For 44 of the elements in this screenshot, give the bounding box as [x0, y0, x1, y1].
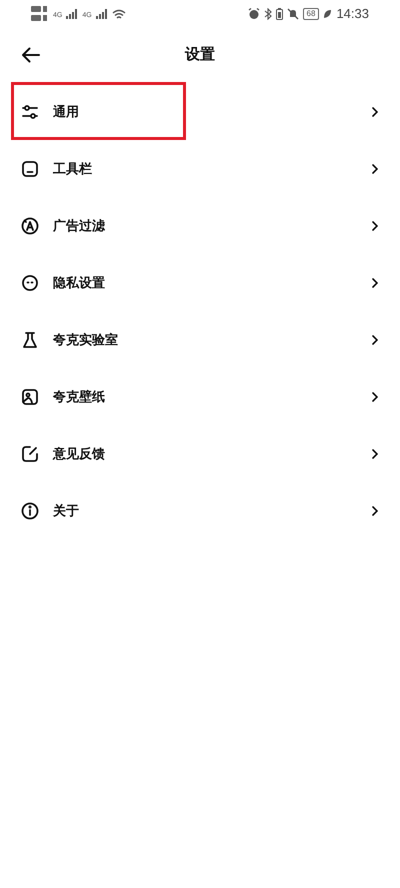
item-label: 隐私设置: [53, 274, 106, 292]
flask-icon: [21, 330, 39, 348]
back-arrow-icon[interactable]: [21, 47, 40, 63]
leaf-icon: [323, 9, 332, 19]
chevron-icon: [372, 106, 378, 116]
toolbar-icon: [21, 160, 39, 178]
chevron-icon: [372, 334, 378, 344]
settings-item[interactable]: 夸克实验室: [0, 311, 400, 368]
settings-item[interactable]: 夸克壁纸: [0, 368, 400, 425]
item-label: 工具栏: [53, 160, 93, 178]
item-label: 通用: [53, 102, 80, 121]
mute-bell-icon: [286, 8, 299, 20]
item-label: 意见反馈: [53, 444, 106, 463]
chevron-icon: [372, 164, 378, 174]
signal-icon: [96, 9, 108, 19]
item-label: 夸克实验室: [53, 330, 119, 349]
settings-item[interactable]: 关于: [0, 482, 400, 539]
chevron-icon: [372, 392, 378, 402]
edit-icon: [21, 444, 39, 462]
settings-item[interactable]: 隐私设置: [0, 254, 400, 311]
settings-item[interactable]: 通用: [0, 83, 400, 140]
battery-small-icon: [276, 8, 283, 20]
item-label: 广告过滤: [53, 216, 106, 235]
settings-item[interactable]: 工具栏: [0, 140, 400, 197]
chevron-icon: [372, 448, 378, 458]
chevron-icon: [372, 506, 378, 516]
battery-level: 68: [302, 8, 320, 20]
clock-time: 14:33: [336, 5, 369, 24]
ghost-icon: [21, 274, 39, 292]
bluetooth-icon: [264, 8, 272, 20]
item-label: 关于: [53, 502, 80, 520]
image-icon: [21, 388, 39, 406]
chevron-icon: [372, 278, 378, 288]
settings-item[interactable]: 意见反馈: [0, 425, 400, 482]
alarm-icon: [248, 8, 260, 20]
chevron-icon: [372, 220, 378, 230]
item-label: 夸克壁纸: [53, 388, 106, 406]
page-title: 设置: [185, 45, 215, 66]
settings-item[interactable]: 广告过滤: [0, 197, 400, 254]
ad-block-icon: [21, 216, 39, 234]
info-icon: [21, 502, 39, 520]
sliders-icon: [21, 102, 39, 120]
signal-icon: [66, 9, 78, 19]
wifi-icon: [112, 8, 126, 20]
